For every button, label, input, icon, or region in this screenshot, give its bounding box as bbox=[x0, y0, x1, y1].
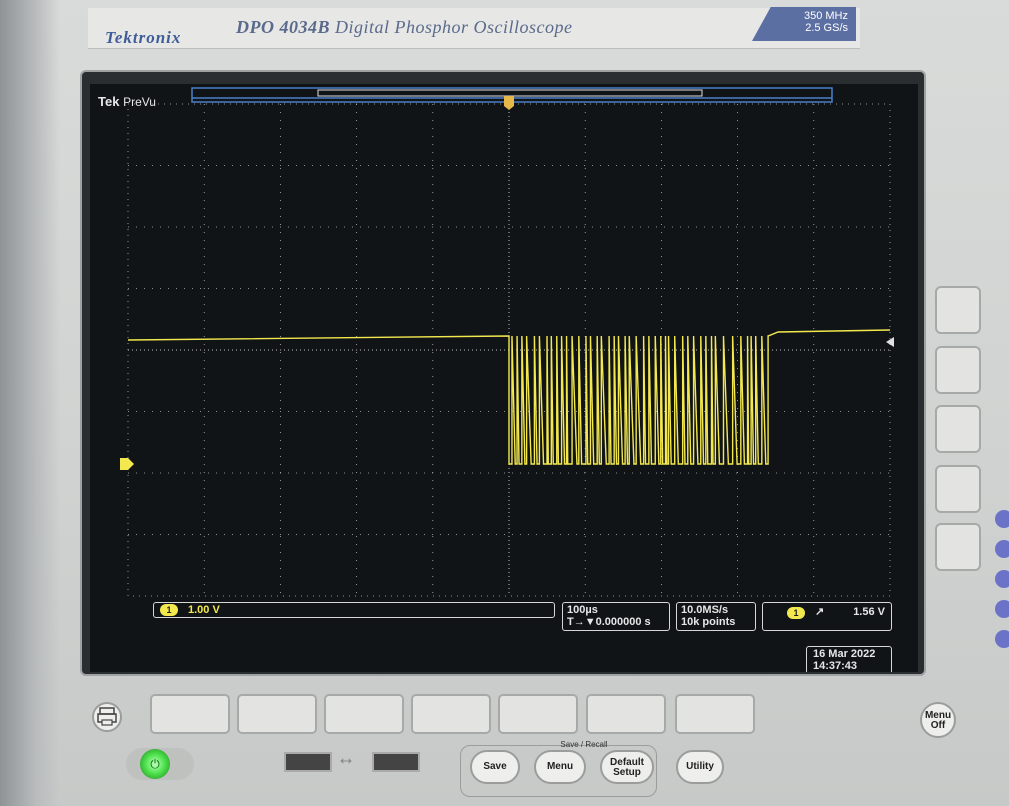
trigger-source-badge: 1 bbox=[787, 607, 805, 619]
bottom-bezel-button-1[interactable] bbox=[150, 694, 230, 734]
oscilloscope-display: Tek PreVu 1 1.00 V 100µs T→▼0.000000 s 1… bbox=[90, 84, 918, 672]
side-bezel-button-4[interactable] bbox=[935, 465, 981, 513]
channel1-badge: 1 bbox=[160, 604, 178, 616]
channel1-volts-per-div: 1.00 V bbox=[188, 604, 220, 616]
side-bezel-button-5[interactable] bbox=[935, 523, 981, 571]
acquisition-status: Tek PreVu bbox=[98, 94, 156, 109]
usb-icon: ⭤ bbox=[340, 752, 353, 769]
bottom-bezel-button-7[interactable] bbox=[675, 694, 755, 734]
menu-off-label-2: Off bbox=[930, 720, 946, 731]
sample-rate: 10.0MS/s bbox=[681, 604, 729, 616]
usb-port-1[interactable] bbox=[284, 752, 332, 772]
trigger-readout[interactable]: 1 ↗ 1.56 V bbox=[762, 602, 892, 631]
usb-port-2[interactable] bbox=[372, 752, 420, 772]
spec-sample-rate: 2.5 GS/s bbox=[805, 22, 848, 34]
save-button[interactable]: Save bbox=[470, 750, 520, 784]
bottom-bezel-button-2[interactable] bbox=[237, 694, 317, 734]
trigger-slope-icon: ↗ bbox=[815, 606, 825, 618]
power-button[interactable]: ⏻ bbox=[140, 749, 170, 779]
channel1-waveform bbox=[127, 329, 891, 465]
time: 14:37:43 bbox=[813, 660, 858, 672]
print-icon bbox=[97, 707, 117, 726]
background-shadow bbox=[0, 0, 60, 806]
bottom-bezel-button-6[interactable] bbox=[586, 694, 666, 734]
model-number: DPO 4034B bbox=[236, 17, 330, 37]
side-knob-1[interactable] bbox=[995, 510, 1009, 528]
menu-button[interactable]: Menu bbox=[534, 750, 586, 784]
record-length: 10k points bbox=[681, 616, 736, 628]
menu-off-button[interactable]: Menu Off bbox=[920, 702, 956, 738]
waveform-graticule bbox=[120, 87, 894, 597]
date: 16 Mar 2022 bbox=[813, 648, 876, 660]
power-icon: ⏻ bbox=[150, 757, 160, 771]
model-title: DPO 4034B Digital Phosphor Oscilloscope bbox=[236, 17, 573, 38]
save-recall-label: Save / Recall bbox=[560, 740, 608, 749]
default-setup-label-2: Setup bbox=[613, 767, 641, 778]
date-time-readout: 16 Mar 2022 14:37:43 bbox=[806, 646, 892, 672]
side-bezel-button-1[interactable] bbox=[935, 286, 981, 334]
trigger-position-marker bbox=[504, 96, 514, 110]
acquisition-mode: PreVu bbox=[123, 95, 156, 109]
trigger-position: T→▼0.000000 s bbox=[567, 616, 651, 628]
bottom-bezel-button-4[interactable] bbox=[411, 694, 491, 734]
brand-logo: Tektronix bbox=[105, 28, 182, 47]
print-button[interactable] bbox=[92, 702, 122, 732]
channel1-ground-marker bbox=[120, 458, 134, 470]
bottom-bezel-button-5[interactable] bbox=[498, 694, 578, 734]
trigger-level: 1.56 V bbox=[853, 606, 885, 618]
timebase: 100µs bbox=[567, 604, 598, 616]
utility-button[interactable]: Utility bbox=[676, 750, 724, 784]
side-bezel-button-3[interactable] bbox=[935, 405, 981, 453]
power-switch-housing: ⏻ bbox=[126, 748, 194, 780]
side-knob-2[interactable] bbox=[995, 540, 1009, 558]
model-description: Digital Phosphor Oscilloscope bbox=[330, 17, 573, 37]
side-knob-4[interactable] bbox=[995, 600, 1009, 618]
tek-logo: Tek bbox=[98, 94, 120, 109]
side-bezel-button-2[interactable] bbox=[935, 346, 981, 394]
horizontal-readout[interactable]: 100µs T→▼0.000000 s bbox=[562, 602, 670, 631]
record-view-window bbox=[317, 89, 703, 97]
bottom-bezel-button-3[interactable] bbox=[324, 694, 404, 734]
side-knob-5[interactable] bbox=[995, 630, 1009, 648]
side-knob-panel bbox=[990, 500, 1009, 670]
default-setup-button[interactable]: Default Setup bbox=[600, 750, 654, 784]
acquisition-readout: 10.0MS/s 10k points bbox=[676, 602, 756, 631]
side-knob-3[interactable] bbox=[995, 570, 1009, 588]
channel1-scale-readout[interactable]: 1 1.00 V bbox=[153, 602, 555, 618]
